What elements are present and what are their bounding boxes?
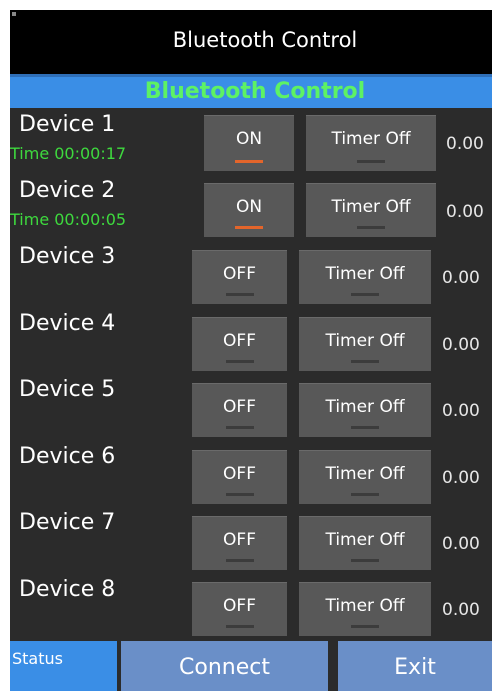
timer-button-label: Timer Off xyxy=(331,129,411,149)
device-value: 0.00 xyxy=(442,534,480,554)
title-bar: Bluetooth Control xyxy=(10,10,492,74)
app-title: Bluetooth Control xyxy=(172,28,358,52)
app-window: Bluetooth Control Bluetooth Control Devi… xyxy=(10,10,492,691)
header-title: Bluetooth Control xyxy=(144,79,366,104)
power-indicator-icon xyxy=(225,559,254,562)
device-timer-button[interactable]: Timer Off xyxy=(299,582,431,636)
device-power-toggle[interactable]: OFF xyxy=(192,516,287,570)
power-toggle-label: OFF xyxy=(223,596,256,616)
device-value: 0.00 xyxy=(442,401,480,421)
device-timer-button[interactable]: Timer Off xyxy=(299,516,431,570)
device-name: Device 7 xyxy=(19,510,116,535)
timer-button-label: Timer Off xyxy=(325,397,405,417)
timer-indicator-icon xyxy=(351,559,379,562)
device-power-toggle[interactable]: OFF xyxy=(192,450,287,504)
device-row-2: Device 2 Time 00:00:05 ON Timer Off 0.00 xyxy=(10,176,492,242)
power-toggle-label: OFF xyxy=(223,530,256,550)
power-toggle-label: OFF xyxy=(223,264,256,284)
bottom-bar: Status Connect Exit xyxy=(10,641,492,691)
power-indicator-icon xyxy=(225,293,254,296)
power-toggle-label: OFF xyxy=(223,464,256,484)
connect-button-label: Connect xyxy=(179,655,270,680)
status-label: Status xyxy=(12,649,63,668)
timer-indicator-icon xyxy=(351,293,379,296)
device-name: Device 4 xyxy=(19,311,116,336)
device-row-4: Device 4 OFF Timer Off 0.00 xyxy=(10,309,492,375)
exit-button[interactable]: Exit xyxy=(338,641,492,691)
power-indicator-icon xyxy=(225,426,254,429)
device-name: Device 8 xyxy=(19,577,116,602)
device-power-toggle[interactable]: OFF xyxy=(192,383,287,437)
device-name: Device 3 xyxy=(19,244,116,269)
power-toggle-label: ON xyxy=(235,197,263,217)
device-timer-button[interactable]: Timer Off xyxy=(306,115,436,171)
power-indicator-icon xyxy=(225,493,254,496)
timer-indicator-icon xyxy=(351,360,379,363)
header-bar: Bluetooth Control xyxy=(10,74,492,108)
power-indicator-icon xyxy=(225,625,254,628)
device-name: Device 2 xyxy=(19,178,116,203)
power-toggle-label: OFF xyxy=(223,397,256,417)
timer-button-label: Timer Off xyxy=(325,264,405,284)
device-value: 0.00 xyxy=(442,335,480,355)
timer-button-label: Timer Off xyxy=(325,464,405,484)
device-value: 0.00 xyxy=(442,600,480,620)
power-toggle-label: OFF xyxy=(223,331,256,351)
device-row-3: Device 3 OFF Timer Off 0.00 xyxy=(10,242,492,308)
device-name: Device 1 xyxy=(19,112,116,137)
device-value: 0.00 xyxy=(446,202,484,222)
power-toggle-label: ON xyxy=(235,129,263,149)
power-indicator-icon xyxy=(235,160,263,163)
device-timer-button[interactable]: Timer Off xyxy=(299,383,431,437)
device-timer-text: Time 00:00:17 xyxy=(10,144,127,163)
device-row-6: Device 6 OFF Timer Off 0.00 xyxy=(10,442,492,508)
device-row-8: Device 8 OFF Timer Off 0.00 xyxy=(10,575,492,641)
power-indicator-icon xyxy=(225,360,254,363)
timer-indicator-icon xyxy=(357,226,385,229)
timer-indicator-icon xyxy=(351,426,379,429)
device-name: Device 6 xyxy=(19,444,116,469)
device-timer-button[interactable]: Timer Off xyxy=(299,317,431,371)
status-panel: Status xyxy=(10,641,117,691)
power-indicator-icon xyxy=(235,226,263,229)
device-value: 0.00 xyxy=(446,134,484,154)
device-power-toggle[interactable]: OFF xyxy=(192,250,287,304)
device-timer-button[interactable]: Timer Off xyxy=(299,450,431,504)
device-timer-text: Time 00:00:05 xyxy=(10,210,127,229)
timer-indicator-icon xyxy=(351,625,379,628)
device-name: Device 5 xyxy=(19,377,116,402)
device-power-toggle[interactable]: ON xyxy=(204,183,294,237)
connect-button[interactable]: Connect xyxy=(121,641,328,691)
device-timer-button[interactable]: Timer Off xyxy=(306,183,436,237)
timer-button-label: Timer Off xyxy=(325,331,405,351)
device-row-7: Device 7 OFF Timer Off 0.00 xyxy=(10,508,492,574)
timer-button-label: Timer Off xyxy=(325,596,405,616)
device-power-toggle[interactable]: OFF xyxy=(192,317,287,371)
device-power-toggle[interactable]: OFF xyxy=(192,582,287,636)
exit-button-label: Exit xyxy=(394,655,436,680)
status-indicator-icon xyxy=(12,12,16,16)
device-timer-button[interactable]: Timer Off xyxy=(299,250,431,304)
timer-button-label: Timer Off xyxy=(331,197,411,217)
timer-button-label: Timer Off xyxy=(325,530,405,550)
device-value: 0.00 xyxy=(442,468,480,488)
device-power-toggle[interactable]: ON xyxy=(204,115,294,171)
device-value: 0.00 xyxy=(442,268,480,288)
timer-indicator-icon xyxy=(357,160,385,163)
device-row-1: Device 1 Time 00:00:17 ON Timer Off 0.00 xyxy=(10,110,492,176)
timer-indicator-icon xyxy=(351,493,379,496)
device-row-5: Device 5 OFF Timer Off 0.00 xyxy=(10,375,492,441)
